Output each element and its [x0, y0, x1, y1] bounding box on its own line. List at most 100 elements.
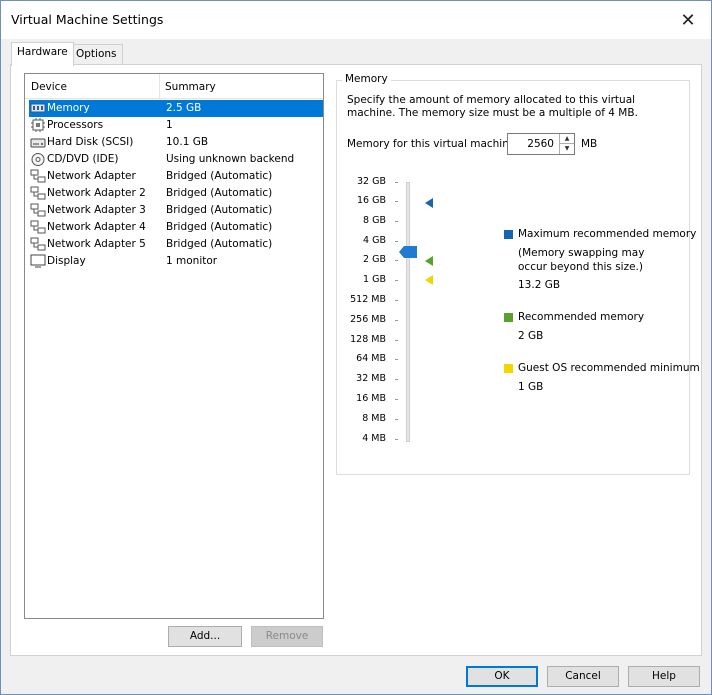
device-list-header: Device Summary	[25, 74, 323, 99]
hardware-panel: Device Summary Memory 2.5 GB Processors …	[10, 64, 702, 656]
max-recommended-swatch	[504, 230, 513, 239]
column-separator[interactable]	[159, 74, 160, 99]
minimum-marker-icon	[425, 275, 433, 285]
memory-spinbox[interactable]: ▲ ▼	[507, 133, 575, 155]
scale-tick	[395, 260, 398, 261]
device-name: Processors	[47, 119, 104, 131]
device-summary: Bridged (Automatic)	[166, 170, 273, 182]
network-adapter-icon	[30, 169, 46, 183]
network-adapter-icon	[30, 186, 46, 200]
network-adapter-icon	[30, 220, 46, 234]
arrow-up-icon: ▲	[564, 135, 570, 142]
max-recommended-title: Maximum recommended memory	[518, 228, 697, 240]
network-adapter-icon	[30, 203, 46, 217]
spin-up-button[interactable]: ▲	[559, 134, 574, 144]
device-name: Display	[47, 255, 86, 267]
recommended-marker-icon	[425, 256, 433, 266]
window-title: Virtual Machine Settings	[11, 12, 164, 27]
scale-label: 512 MB	[350, 294, 386, 305]
scale-tick	[395, 300, 398, 301]
scale-label: 2 GB	[363, 254, 386, 265]
memory-unit: MB	[581, 138, 598, 150]
memory-icon	[30, 103, 46, 113]
hard-disk-icon	[30, 138, 46, 148]
max-recommended-value: 13.2 GB	[518, 279, 561, 291]
vm-settings-dialog: Virtual Machine Settings ✕ Hardware Opti…	[0, 0, 712, 695]
device-summary: Bridged (Automatic)	[166, 238, 273, 250]
max-recommended-marker-icon	[425, 198, 433, 208]
memory-slider-thumb[interactable]	[399, 246, 417, 258]
device-row-display[interactable]: Display 1 monitor	[29, 253, 323, 270]
memory-group: Memory Specify the amount of memory allo…	[336, 73, 700, 475]
column-header-device[interactable]: Device	[31, 81, 67, 93]
scale-label: 4 MB	[362, 433, 386, 444]
scale-label: 8 MB	[362, 413, 386, 424]
device-summary: Bridged (Automatic)	[166, 204, 273, 216]
device-list[interactable]: Device Summary Memory 2.5 GB Processors …	[24, 73, 324, 619]
device-name: Network Adapter 4	[47, 221, 146, 233]
device-row-cd-dvd[interactable]: CD/DVD (IDE) Using unknown backend	[29, 151, 323, 168]
minimum-title: Guest OS recommended minimum	[518, 362, 700, 374]
device-name: Hard Disk (SCSI)	[47, 136, 134, 148]
minimum-value: 1 GB	[518, 381, 544, 393]
max-recommended-note: (Memory swapping may occur beyond this s…	[518, 247, 645, 273]
device-name: CD/DVD (IDE)	[47, 153, 119, 165]
spin-down-button[interactable]: ▼	[559, 144, 574, 154]
scale-tick	[395, 182, 398, 183]
device-summary: Bridged (Automatic)	[166, 187, 273, 199]
scale-label: 32 MB	[356, 373, 386, 384]
device-row-network-adapter-4[interactable]: Network Adapter 4 Bridged (Automatic)	[29, 219, 323, 236]
scale-label: 32 GB	[357, 176, 386, 187]
remove-button[interactable]: Remove	[251, 626, 323, 647]
scale-tick	[395, 359, 398, 360]
recommended-value: 2 GB	[518, 330, 544, 342]
column-header-summary[interactable]: Summary	[165, 81, 216, 93]
cancel-button[interactable]: Cancel	[547, 666, 619, 687]
device-row-network-adapter[interactable]: Network Adapter Bridged (Automatic)	[29, 168, 323, 185]
scale-label: 8 GB	[363, 215, 386, 226]
device-summary: 10.1 GB	[166, 136, 209, 148]
device-summary: Using unknown backend	[166, 153, 295, 165]
scale-tick	[395, 280, 398, 281]
scale-label: 4 GB	[363, 235, 386, 246]
tab-options[interactable]: Options	[70, 44, 123, 65]
scale-tick	[395, 439, 398, 440]
memory-input[interactable]	[508, 134, 558, 154]
device-summary: 1 monitor	[166, 255, 218, 267]
device-name: Network Adapter 2	[47, 187, 146, 199]
device-row-network-adapter-5[interactable]: Network Adapter 5 Bridged (Automatic)	[29, 236, 323, 253]
tab-hardware[interactable]: Hardware	[11, 42, 74, 66]
processor-icon	[31, 118, 45, 132]
device-summary: 2.5 GB	[166, 102, 202, 114]
device-name: Network Adapter 3	[47, 204, 146, 216]
title-bar[interactable]: Virtual Machine Settings ✕	[1, 1, 711, 39]
recommended-swatch	[504, 313, 513, 322]
device-row-network-adapter-3[interactable]: Network Adapter 3 Bridged (Automatic)	[29, 202, 323, 219]
scale-label: 64 MB	[356, 353, 386, 364]
scale-tick	[395, 221, 398, 222]
network-adapter-icon	[30, 237, 46, 251]
close-icon: ✕	[680, 9, 696, 31]
device-row-processors[interactable]: Processors 1	[29, 117, 323, 134]
scale-tick	[395, 201, 398, 202]
memory-group-title: Memory	[342, 73, 391, 85]
device-row-network-adapter-2[interactable]: Network Adapter 2 Bridged (Automatic)	[29, 185, 323, 202]
device-row-memory[interactable]: Memory 2.5 GB	[29, 100, 323, 117]
ok-button[interactable]: OK	[466, 666, 538, 687]
memory-slider-track[interactable]	[406, 182, 410, 442]
scale-tick	[395, 379, 398, 380]
scale-label: 16 GB	[357, 195, 386, 206]
scale-label: 256 MB	[350, 314, 386, 325]
device-row-hard-disk[interactable]: Hard Disk (SCSI) 10.1 GB	[29, 134, 323, 151]
help-button[interactable]: Help	[628, 666, 700, 687]
scale-tick	[395, 320, 398, 321]
scale-tick	[395, 241, 398, 242]
device-name: Network Adapter	[47, 170, 136, 182]
scale-tick	[395, 340, 398, 341]
device-summary: Bridged (Automatic)	[166, 221, 273, 233]
scale-tick	[395, 399, 398, 400]
close-button[interactable]: ✕	[665, 1, 711, 39]
memory-description: Specify the amount of memory allocated t…	[347, 94, 638, 119]
scale-tick	[395, 419, 398, 420]
add-button[interactable]: Add...	[168, 626, 242, 647]
